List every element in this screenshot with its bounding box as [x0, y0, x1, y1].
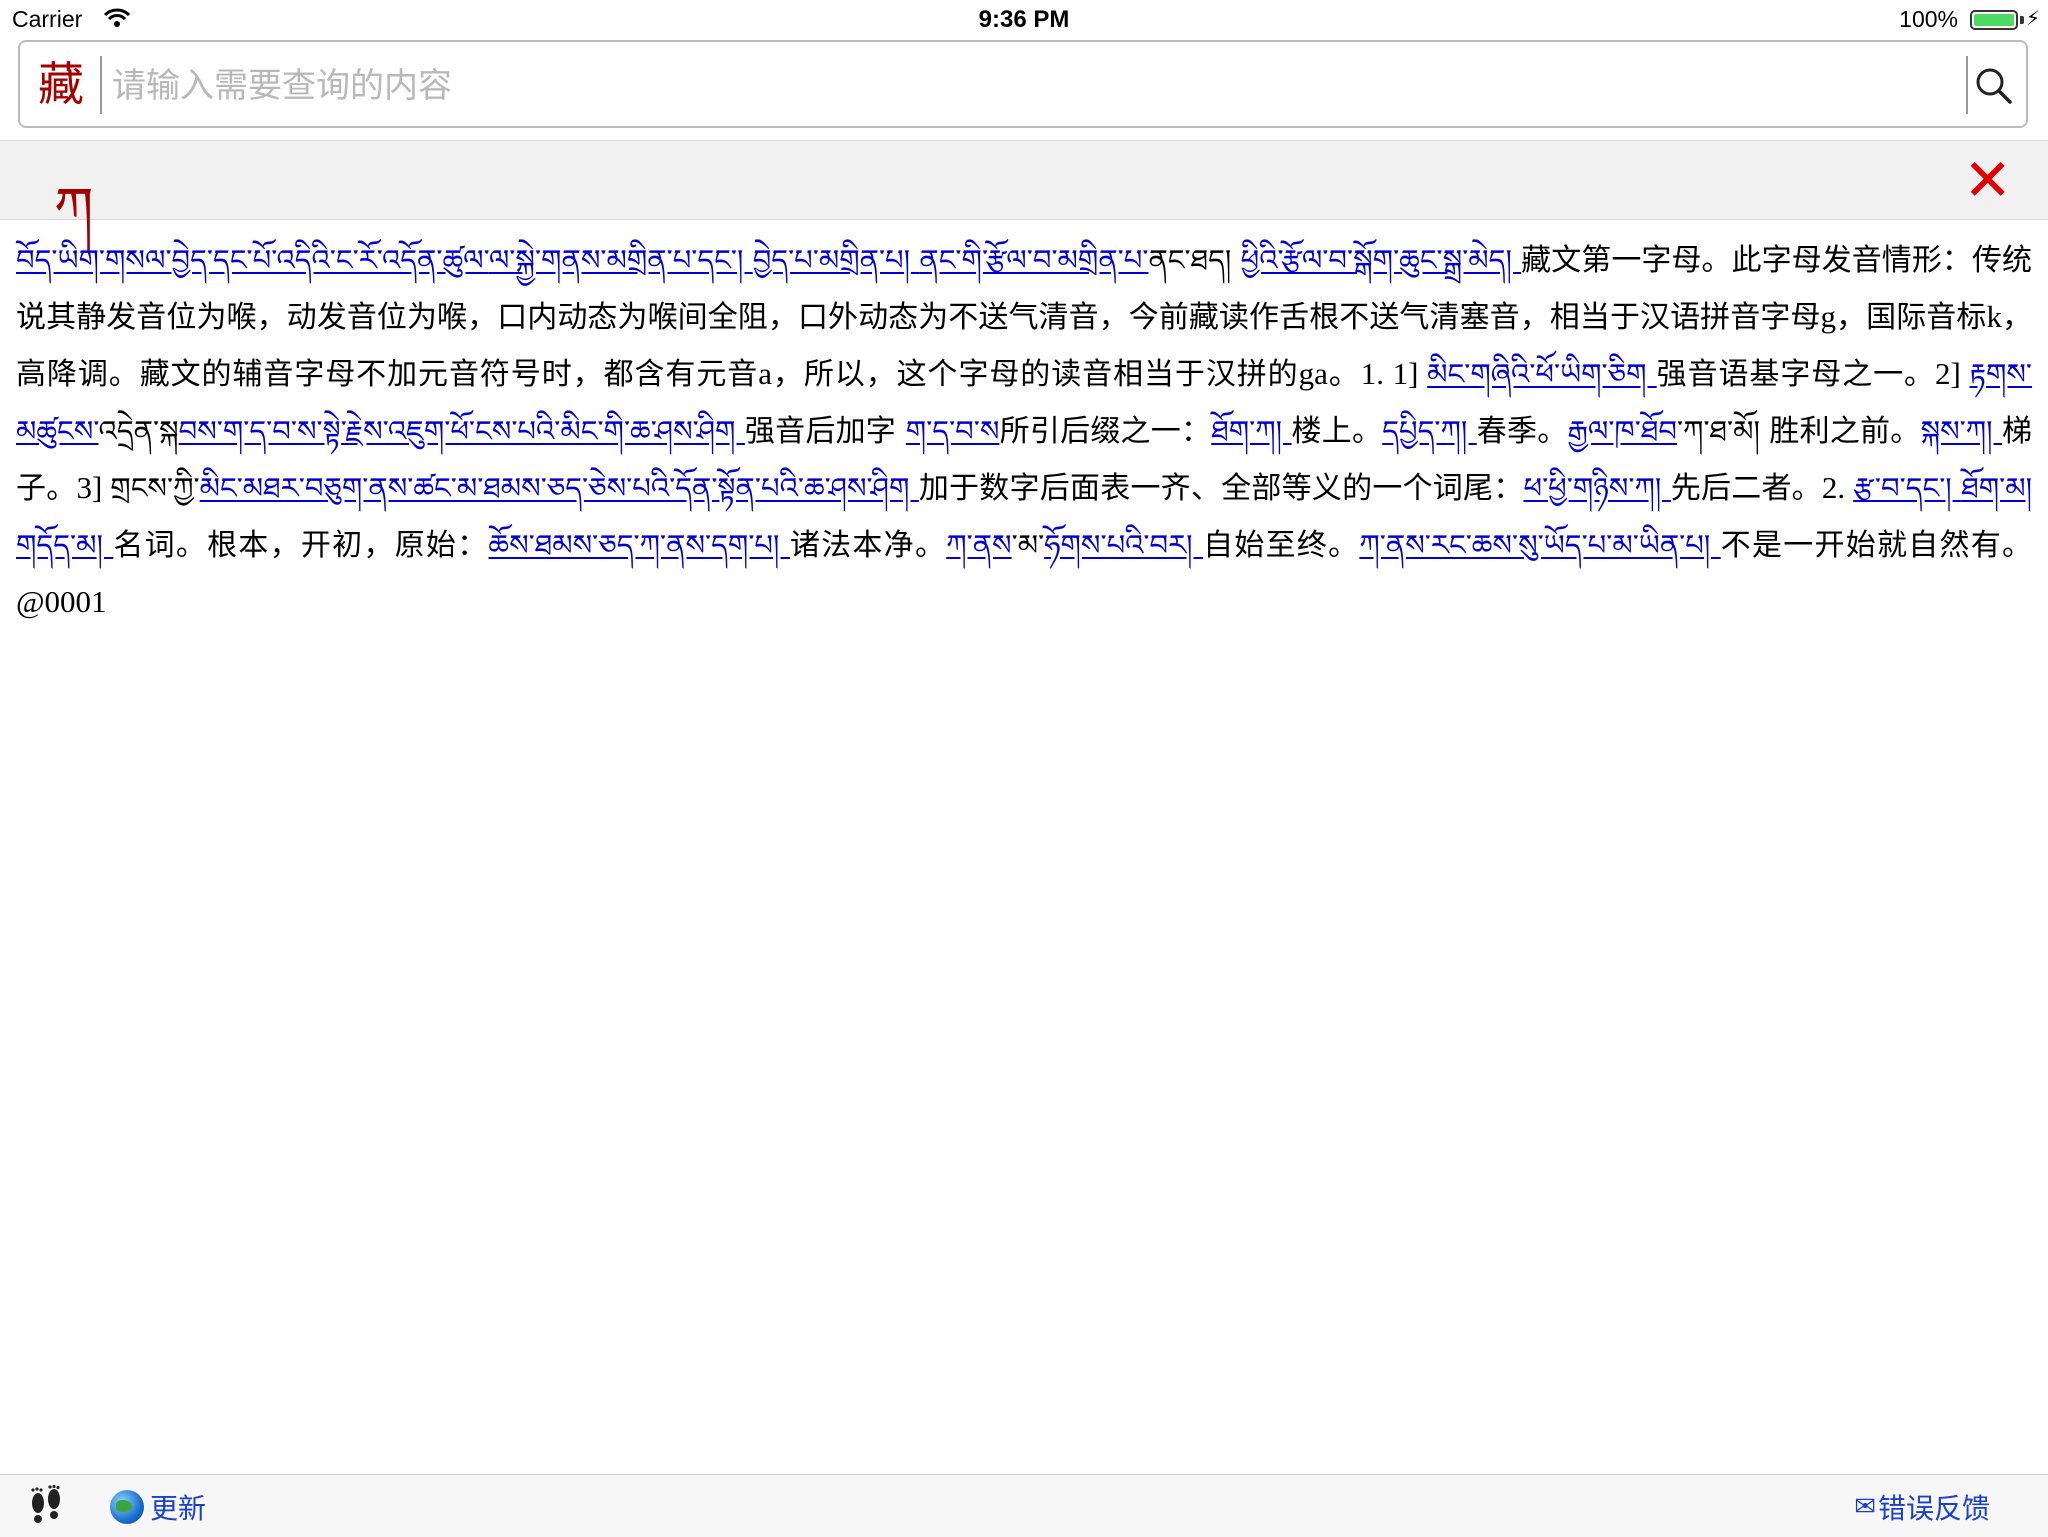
tibetan-link[interactable]: ག་ད་བ་ས [906, 414, 1000, 448]
definition-segment: a [758, 356, 772, 391]
definition-segment: 诸法本净。 [789, 528, 947, 563]
definition-segment: @0001 [16, 584, 107, 619]
definition-segment: ནང་ཐད། [1148, 243, 1241, 277]
battery-tip [2020, 16, 2024, 24]
definition-segment: 名词。根本，开初，原始： [113, 528, 489, 563]
definition-segment: གྲངས་ཀྱི་ [110, 471, 200, 505]
charging-icon: ⚡ [2025, 6, 2040, 30]
definition-segment: 2] [1934, 356, 1970, 391]
close-icon[interactable]: ✕ [1963, 151, 2012, 209]
definition-segment: k [1986, 299, 2002, 334]
tibetan-link[interactable]: ཕྱིའི་རྩོལ་བ་སྒོག་ཆུང་སྒྲ་མེད། [1241, 243, 1522, 277]
mail-icon: ✉ [1854, 1492, 1876, 1522]
bottom-toolbar: 更新 ✉ 错误反馈 [0, 1474, 2048, 1537]
tibetan-link[interactable]: རྒྱལ་ཁ་ཐོབ [1567, 414, 1676, 448]
definition-segment: ，国际音标 [1835, 300, 1987, 335]
definition-segment: 春季。 [1476, 414, 1568, 449]
tibetan-link[interactable]: ནང་གི་རྩོལ་བ་མགྲིན་པ་ [919, 243, 1148, 277]
tibetan-link[interactable]: ལ་སྐྱེ་གནས་མགྲིན་པ་དང་། [489, 243, 753, 277]
tibetan-link[interactable]: མིང་མཐར་བཅུག་ནས་ཚང་མ་ཐམས་ཅད་ཅེས་པའི་དོན་… [200, 471, 919, 505]
tibetan-link[interactable]: སྐས་ཀ། [1921, 414, 2003, 448]
definition-segment: ga。1. 1] [1298, 356, 1428, 391]
status-bar: Carrier 9:36 PM 100% ⚡ [0, 0, 2048, 40]
search-icon[interactable] [1968, 56, 2020, 114]
definition-segment: 自始至终。 [1203, 528, 1360, 563]
definition-segment: 不是一开始就自然有。 [1720, 528, 2033, 563]
tibetan-link[interactable]: བྱེད་པ་མགྲིན་པ། [753, 243, 920, 277]
definition-segment: ，所以，这个字母的读音相当于汉拼的 [771, 357, 1299, 392]
tibetan-link[interactable]: བོད་ཡིག་གསལ་བྱེད་དང་པོ་འདིའི་ང་རོ་འདོན་ཚ… [16, 243, 489, 277]
definition-segment: 强音后加字 [744, 414, 906, 449]
definition-segment: 强音语基字母之一。 [1656, 357, 1935, 392]
update-label: 更新 [150, 1492, 207, 1525]
divider [100, 56, 102, 114]
tibetan-link[interactable]: ཆོས་ཐམས་ཅད་ཀ་ནས་དག་པ། [488, 528, 790, 562]
tibetan-link[interactable]: ཐོག་ཀ། [1211, 414, 1291, 448]
clock: 9:36 PM [978, 6, 1070, 33]
globe-icon [110, 1490, 144, 1524]
tibetan-link[interactable]: བས་ག་ད་བ་ས་སྟེ་རྗེས་འཇུག་ཕོ་ངས་པའི་མིང་ག… [179, 414, 745, 448]
tibetan-link[interactable]: ཀ་ནས་རང་ཆས་སུ་ཡོད་པ་མ་ཡིན་པ། [1359, 528, 1720, 562]
battery-percent: 100% [1899, 6, 1958, 32]
language-toggle-button[interactable]: 藏 [38, 56, 84, 112]
tibetan-link[interactable]: མིང་གཞིའི་ཕོ་ཡིག་ཅིག [1427, 357, 1656, 391]
update-button[interactable]: 更新 [110, 1485, 206, 1529]
headword-bar: ཀ ✕ [0, 140, 2048, 241]
definition-segment: 所引后缀之一： [999, 414, 1212, 449]
feedback-button[interactable]: ✉ 错误反馈 [1854, 1485, 1990, 1529]
tibetan-link[interactable]: གདོད་མ། [16, 528, 113, 562]
feedback-label: 错误反馈 [1877, 1492, 1990, 1525]
definition-segment: 先后二者。 [1670, 471, 1822, 506]
tibetan-link[interactable]: ཐོག་མ། [1961, 471, 2032, 505]
definition-segment: ་ཀ་ཐ་མོ། [1676, 414, 1770, 448]
footprints-icon[interactable] [24, 1485, 68, 1529]
search-bar: 藏 [18, 40, 2028, 128]
tibetan-link[interactable]: ཕ་ཕྱི་གཉིས་ཀ། [1523, 471, 1670, 505]
definition-segment: འདྲེན་སྐ [98, 414, 179, 448]
definition-segment: 楼上。 [1291, 414, 1383, 449]
definition-text: བོད་ཡིག་གསལ་བྱེད་དང་པོ་འདིའི་ང་རོ་འདོན་ཚ… [16, 232, 2032, 630]
definition-segment: 3] [76, 470, 111, 505]
tibetan-link[interactable]: ཧོགས་པའི་བར། [1044, 528, 1203, 562]
search-input[interactable] [110, 56, 1964, 116]
battery-icon [1970, 10, 2018, 30]
definition-segment: 加于数字后面表一齐、全部等义的一个词尾： [918, 471, 1524, 506]
tibetan-link[interactable]: ཀ་ནས [946, 528, 1011, 562]
definition-segment: ་མ་ [1011, 528, 1045, 562]
definition-segment: 胜利之前。 [1769, 414, 1921, 449]
tibetan-link[interactable]: དཔྱིད་ཀ། [1382, 414, 1477, 448]
definition-segment: 2. [1821, 470, 1854, 505]
definition-segment: g [1820, 299, 1836, 334]
tibetan-link[interactable]: རྩ་བ་དང་། [1853, 471, 1961, 505]
